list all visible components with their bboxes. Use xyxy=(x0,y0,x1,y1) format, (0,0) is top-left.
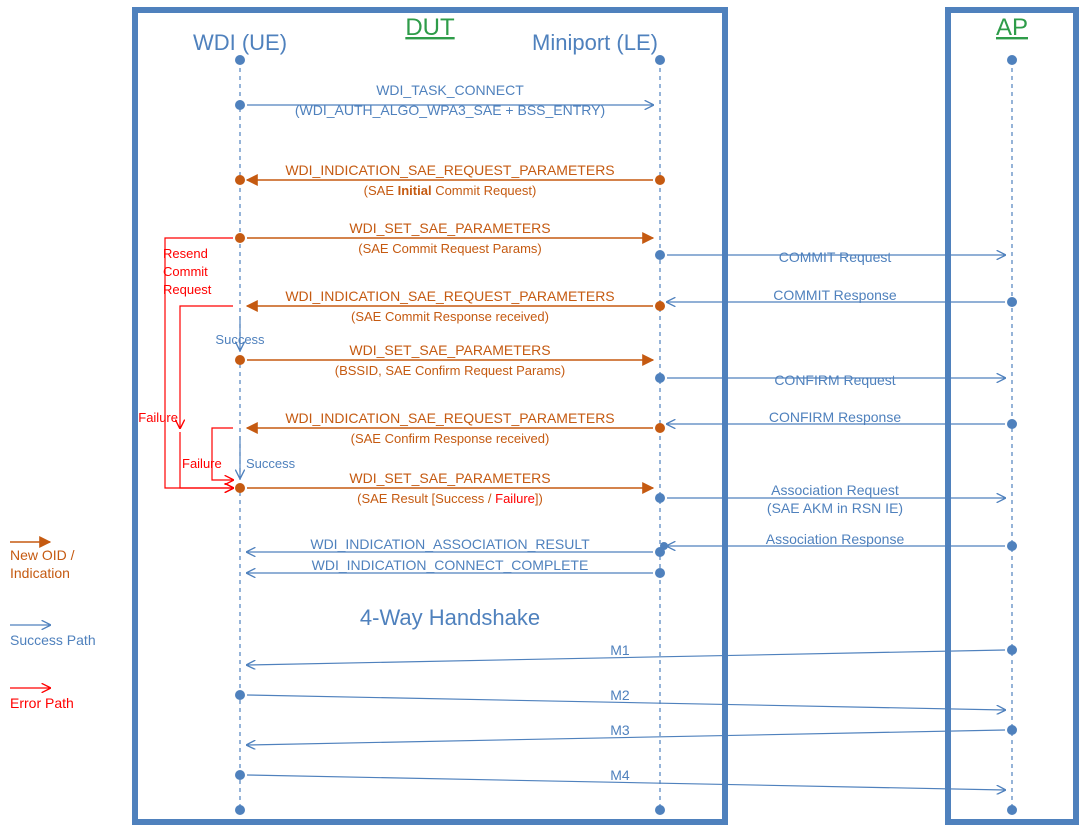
lbl-success-2: Success xyxy=(246,456,296,471)
lbl-commit-resp: COMMIT Response xyxy=(773,287,897,303)
legend-success: Success Path xyxy=(10,632,96,648)
lbl-resend3: Request xyxy=(163,282,212,297)
miniport-lane-title: Miniport (LE) xyxy=(532,30,658,55)
lbl-confirm-resp: CONFIRM Response xyxy=(769,409,901,425)
lbl-m2: M2 xyxy=(610,687,630,703)
legend-new-oid-2: Indication xyxy=(10,565,70,581)
lbl-assoc-req2: (SAE AKM in RSN IE) xyxy=(767,500,903,516)
lbl-resend1: Resend xyxy=(163,246,208,261)
lbl-assoc-resp: Association Response xyxy=(766,531,905,547)
legend-new-oid-1: New OID / xyxy=(10,547,75,563)
lbl-m3: M3 xyxy=(610,722,630,738)
lbl-set-2: WDI_SET_SAE_PARAMETERS xyxy=(349,342,550,358)
lbl-failure-1: Failure xyxy=(138,410,178,425)
lbl-assoc-req1: Association Request xyxy=(771,482,899,498)
lbl-set-1-sub: (SAE Commit Request Params) xyxy=(358,241,542,256)
lbl-ind-req-2: WDI_INDICATION_SAE_REQUEST_PARAMETERS xyxy=(285,288,614,304)
branch-failure-2 xyxy=(212,428,233,480)
lbl-ind-req-1: WDI_INDICATION_SAE_REQUEST_PARAMETERS xyxy=(285,162,614,178)
lbl-set-3: WDI_SET_SAE_PARAMETERS xyxy=(349,470,550,486)
handshake-title: 4-Way Handshake xyxy=(360,605,540,630)
lbl-failure-2: Failure xyxy=(182,456,222,471)
lbl-assoc-result: WDI_INDICATION_ASSOCIATION_RESULT xyxy=(310,536,590,552)
lbl-commit-req: COMMIT Request xyxy=(779,249,892,265)
lbl-connect-complete: WDI_INDICATION_CONNECT_COMPLETE xyxy=(312,557,589,573)
lbl-ind-req-2-sub: (SAE Commit Response received) xyxy=(351,309,549,324)
lbl-confirm-req: CONFIRM Request xyxy=(774,372,895,388)
lbl-set-1: WDI_SET_SAE_PARAMETERS xyxy=(349,220,550,236)
lbl-ind-req-3-sub: (SAE Confirm Response received) xyxy=(351,431,550,446)
legend-error: Error Path xyxy=(10,695,74,711)
lbl-task-connect: WDI_TASK_CONNECT xyxy=(376,82,524,98)
dut-title: DUT xyxy=(405,14,455,41)
lbl-set-2-sub: (BSSID, SAE Confirm Request Params) xyxy=(335,363,565,378)
lbl-ind-req-3: WDI_INDICATION_SAE_REQUEST_PARAMETERS xyxy=(285,410,614,426)
branch-failure-1 xyxy=(180,306,233,428)
ap-title: AP xyxy=(996,14,1028,41)
sae-sequence-diagram: DUT AP WDI (UE) Miniport (LE) WDI_TASK_C… xyxy=(0,0,1086,832)
wdi-lane-title: WDI (UE) xyxy=(193,30,287,55)
lbl-ind-req-1-sub: (SAE Initial Commit Request) xyxy=(364,183,537,198)
lbl-resend2: Commit xyxy=(163,264,208,279)
lbl-m1: M1 xyxy=(610,642,630,658)
lbl-set-3-sub: (SAE Result [Success / Failure]) xyxy=(357,491,543,506)
lbl-task-connect-sub: (WDI_AUTH_ALGO_WPA3_SAE + BSS_ENTRY) xyxy=(295,102,605,118)
lbl-m4: M4 xyxy=(610,767,630,783)
